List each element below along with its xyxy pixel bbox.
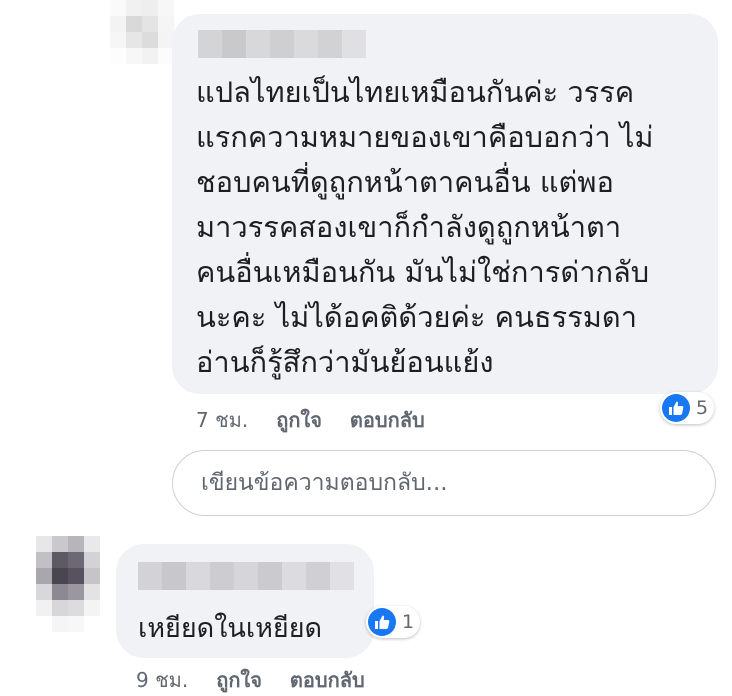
reply-reply-link[interactable]: ตอบกลับ	[290, 668, 365, 692]
reply-text: เหยียดในเหยียด	[138, 613, 323, 644]
reply-input[interactable]	[199, 469, 715, 497]
reply-reactions[interactable]: 1	[366, 606, 421, 638]
comment-text: แปลไทยเป็นไทยเหมือนกันค่ะ วรรค แรกความหม…	[196, 75, 654, 379]
comment-reaction-count: 5	[696, 397, 709, 419]
comment-reactions[interactable]: 5	[660, 392, 715, 424]
reply-like-link[interactable]: ถูกใจ	[216, 668, 262, 692]
replier-avatar-blurred[interactable]	[36, 536, 100, 632]
reply-meta: 9 ชม. ถูกใจ ตอบกลับ	[136, 664, 365, 696]
comment-meta: 7 ชม. ถูกใจ ตอบกลับ	[196, 404, 425, 436]
comment-timestamp[interactable]: 7 ชม.	[196, 408, 248, 432]
commenter-avatar-blurred[interactable]	[110, 0, 174, 64]
comment-reply-link[interactable]: ตอบกลับ	[350, 408, 425, 432]
replier-name-blurred[interactable]	[138, 562, 354, 590]
reply-timestamp[interactable]: 9 ชม.	[136, 668, 188, 692]
comment-like-link[interactable]: ถูกใจ	[276, 408, 322, 432]
reply-input-box[interactable]	[172, 450, 716, 516]
like-icon	[662, 394, 690, 422]
like-icon	[368, 608, 396, 636]
commenter-name-blurred[interactable]	[198, 30, 366, 58]
reply-reaction-count: 1	[402, 611, 415, 633]
